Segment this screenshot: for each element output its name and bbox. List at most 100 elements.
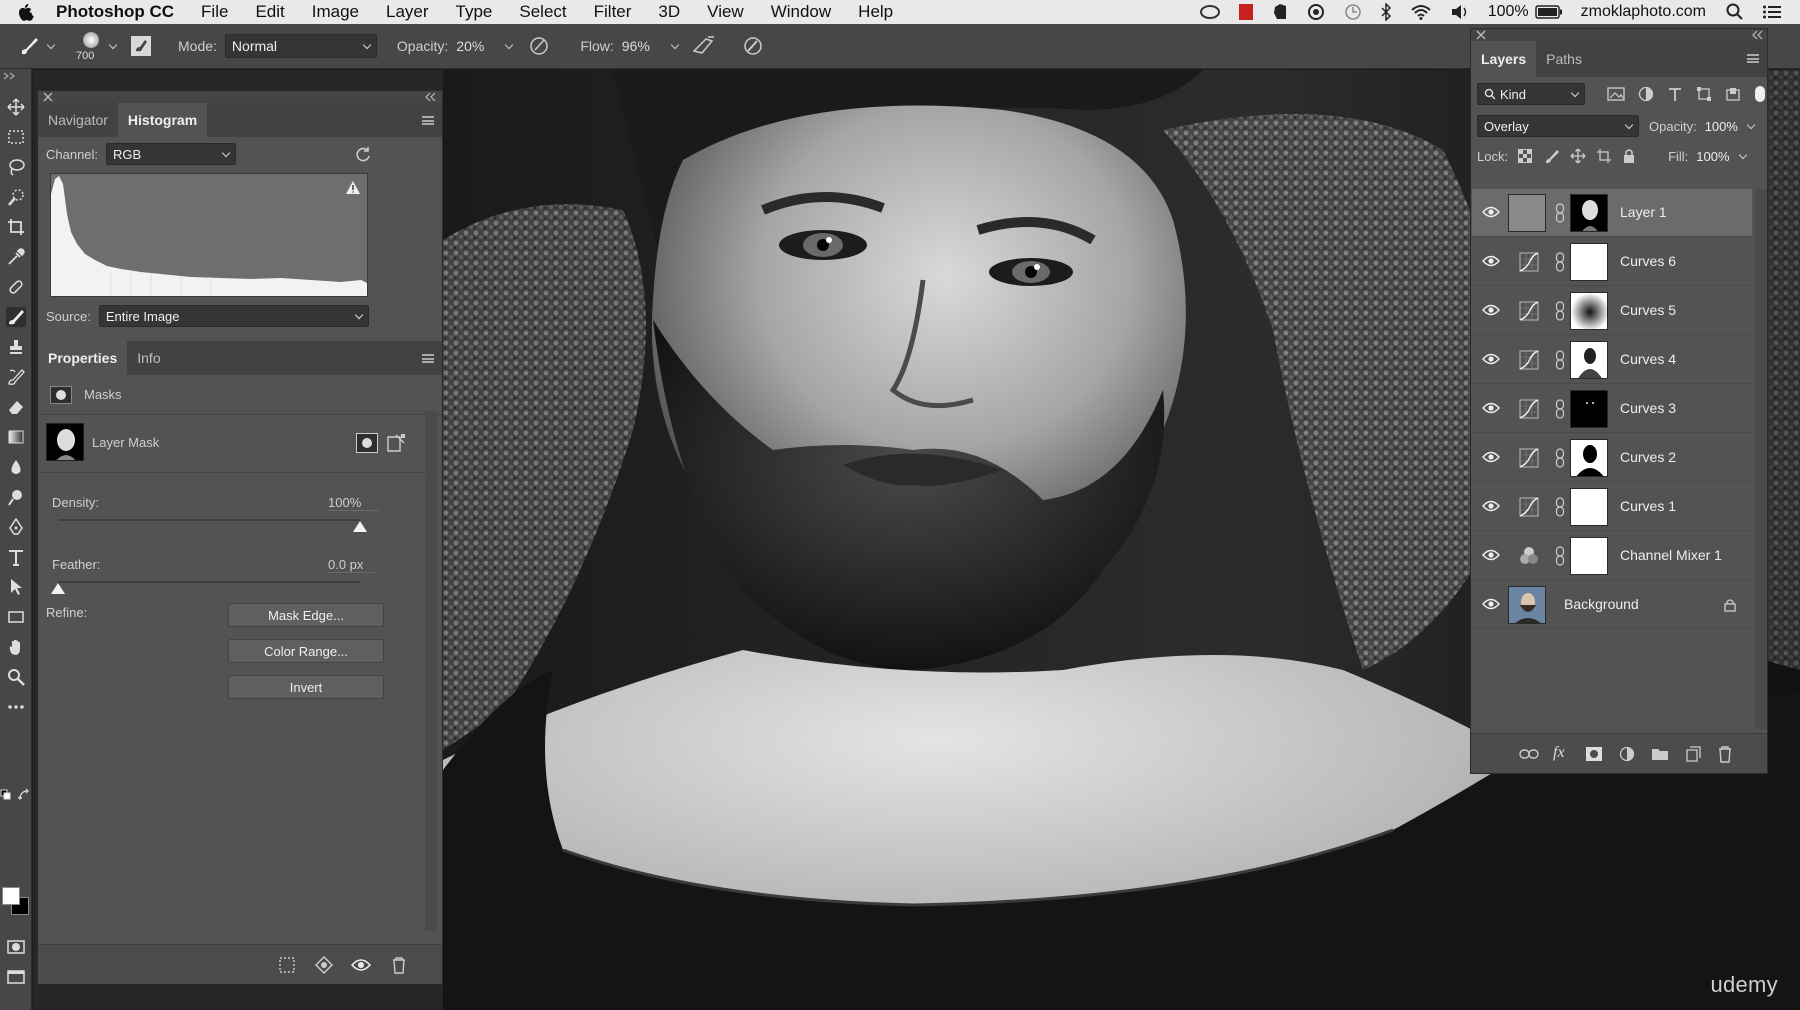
menu-edit[interactable]: Edit [255, 2, 284, 22]
feather-value[interactable]: 0.0 px [328, 557, 376, 573]
density-slider-track[interactable] [58, 519, 367, 532]
evernote-icon[interactable] [1272, 3, 1288, 21]
mask-link-icon[interactable] [1555, 350, 1565, 370]
menu-file[interactable]: File [201, 2, 228, 22]
time-machine-icon[interactable] [1344, 3, 1362, 21]
filter-smart-object-icon[interactable] [1725, 86, 1741, 102]
layer-row-background[interactable]: Background [1472, 581, 1752, 629]
new-adjustment-layer-icon[interactable] [1619, 746, 1635, 762]
panel-menu-icon[interactable] [422, 354, 434, 363]
feather-slider-track[interactable] [51, 581, 360, 594]
add-mask-icon[interactable] [1585, 746, 1603, 762]
layer-row-curves-4[interactable]: Curves 4 [1472, 336, 1752, 384]
apple-icon[interactable] [18, 3, 34, 21]
brush-tool-icon[interactable] [6, 307, 26, 327]
close-icon[interactable] [43, 92, 53, 102]
invert-button[interactable]: Invert [228, 675, 384, 699]
menu-filter[interactable]: Filter [594, 2, 632, 22]
visibility-eye-icon[interactable] [1482, 255, 1500, 267]
filter-adjustment-icon[interactable] [1638, 86, 1654, 102]
path-selection-tool-icon[interactable] [6, 577, 26, 597]
tab-layers[interactable]: Layers [1471, 41, 1537, 77]
menu-image[interactable]: Image [312, 2, 359, 22]
pressure-size-icon[interactable] [742, 35, 764, 57]
mask-link-icon[interactable] [1555, 497, 1565, 517]
visibility-eye-icon[interactable] [1482, 304, 1500, 316]
foreground-color-swatch[interactable] [2, 887, 20, 905]
collapse-icon[interactable] [1751, 30, 1763, 40]
healing-brush-tool-icon[interactable] [6, 277, 26, 297]
zoom-tool-icon[interactable] [6, 667, 26, 687]
curves-adjustment-icon[interactable] [1519, 497, 1539, 517]
move-tool-icon[interactable] [6, 97, 26, 117]
visibility-eye-icon[interactable] [1482, 353, 1500, 365]
mask-link-icon[interactable] [1555, 399, 1565, 419]
layer-row-curves-3[interactable]: Curves 3 [1472, 385, 1752, 433]
close-icon[interactable] [1476, 30, 1486, 40]
menu-app-name[interactable]: Photoshop CC [56, 2, 174, 22]
mask-link-icon[interactable] [1555, 301, 1565, 321]
layer-thumbnail[interactable] [1570, 537, 1608, 575]
menu-type[interactable]: Type [456, 2, 493, 22]
new-layer-icon[interactable] [1685, 746, 1701, 762]
layer-name[interactable]: Curves 5 [1620, 302, 1676, 318]
refresh-icon[interactable] [354, 145, 372, 163]
brush-panel-toggle-icon[interactable] [130, 35, 152, 57]
layer-thumbnail[interactable] [1570, 243, 1608, 281]
mask-edge-button[interactable]: Mask Edge... [228, 603, 384, 627]
layer-row-channel-mixer-1[interactable]: Channel Mixer 1 [1472, 532, 1752, 580]
layer-name[interactable]: Background [1564, 596, 1639, 612]
curves-adjustment-icon[interactable] [1519, 399, 1539, 419]
blend-mode-dropdown[interactable]: Overlay [1477, 115, 1639, 137]
lock-transparent-icon[interactable] [1518, 149, 1533, 163]
layer-thumbnail[interactable] [1570, 292, 1608, 330]
layer-name[interactable]: Curves 2 [1620, 449, 1676, 465]
more-tools-icon[interactable] [6, 697, 26, 717]
tab-properties[interactable]: Properties [38, 341, 128, 375]
history-brush-tool-icon[interactable] [6, 367, 26, 387]
marquee-tool-icon[interactable] [6, 127, 26, 147]
visibility-eye-icon[interactable] [1482, 206, 1500, 218]
feather-slider-thumb[interactable] [51, 583, 65, 594]
flow-value[interactable]: 96% [622, 38, 650, 54]
tab-histogram[interactable]: Histogram [117, 103, 208, 137]
type-tool-icon[interactable] [6, 547, 26, 567]
screen-mode-icon[interactable] [6, 967, 26, 987]
curves-adjustment-icon[interactable] [1519, 252, 1539, 272]
layer-thumbnail[interactable] [1570, 194, 1608, 232]
layer-row-curves-1[interactable]: Curves 1 [1472, 483, 1752, 531]
bluetooth-icon[interactable] [1380, 3, 1392, 21]
pixel-mask-icon[interactable] [356, 433, 378, 453]
menu-window[interactable]: Window [771, 2, 831, 22]
layer-name[interactable]: Curves 3 [1620, 400, 1676, 416]
lock-pixels-icon[interactable] [1544, 148, 1560, 164]
spotlight-icon[interactable] [1726, 3, 1744, 21]
layers-title-strip[interactable] [1471, 29, 1767, 41]
fill-value[interactable]: 100% [1696, 149, 1729, 164]
quick-mask-icon[interactable] [6, 937, 26, 957]
collapse-arrows-icon[interactable] [2, 71, 30, 81]
record-icon[interactable] [1238, 3, 1254, 21]
airbrush-icon[interactable] [692, 35, 716, 57]
lock-position-icon[interactable] [1570, 148, 1586, 164]
visibility-eye-icon[interactable] [351, 958, 371, 972]
dodge-tool-icon[interactable] [6, 487, 26, 507]
brush-tool-icon[interactable] [18, 35, 40, 57]
channel-mixer-adjustment-icon[interactable] [1519, 546, 1539, 566]
lasso-tool-icon[interactable] [6, 157, 26, 177]
mask-link-icon[interactable] [1555, 252, 1565, 272]
layer-name[interactable]: Curves 6 [1620, 253, 1676, 269]
quick-selection-tool-icon[interactable] [6, 187, 26, 207]
tab-navigator[interactable]: Navigator [38, 103, 118, 137]
mode-dropdown[interactable]: Normal [224, 34, 377, 58]
density-slider-thumb[interactable] [353, 521, 367, 532]
swap-colors-icon[interactable] [18, 788, 30, 801]
warning-icon[interactable] [345, 180, 361, 195]
visibility-eye-icon[interactable] [1482, 549, 1500, 561]
layer-opacity-value[interactable]: 100% [1705, 119, 1738, 134]
filter-toggle-icon[interactable] [1755, 86, 1765, 102]
wifi-icon[interactable] [1410, 4, 1432, 20]
notification-center-icon[interactable] [1762, 4, 1782, 20]
clone-stamp-tool-icon[interactable] [6, 337, 26, 357]
layer-row-curves-2[interactable]: Curves 2 [1472, 434, 1752, 482]
